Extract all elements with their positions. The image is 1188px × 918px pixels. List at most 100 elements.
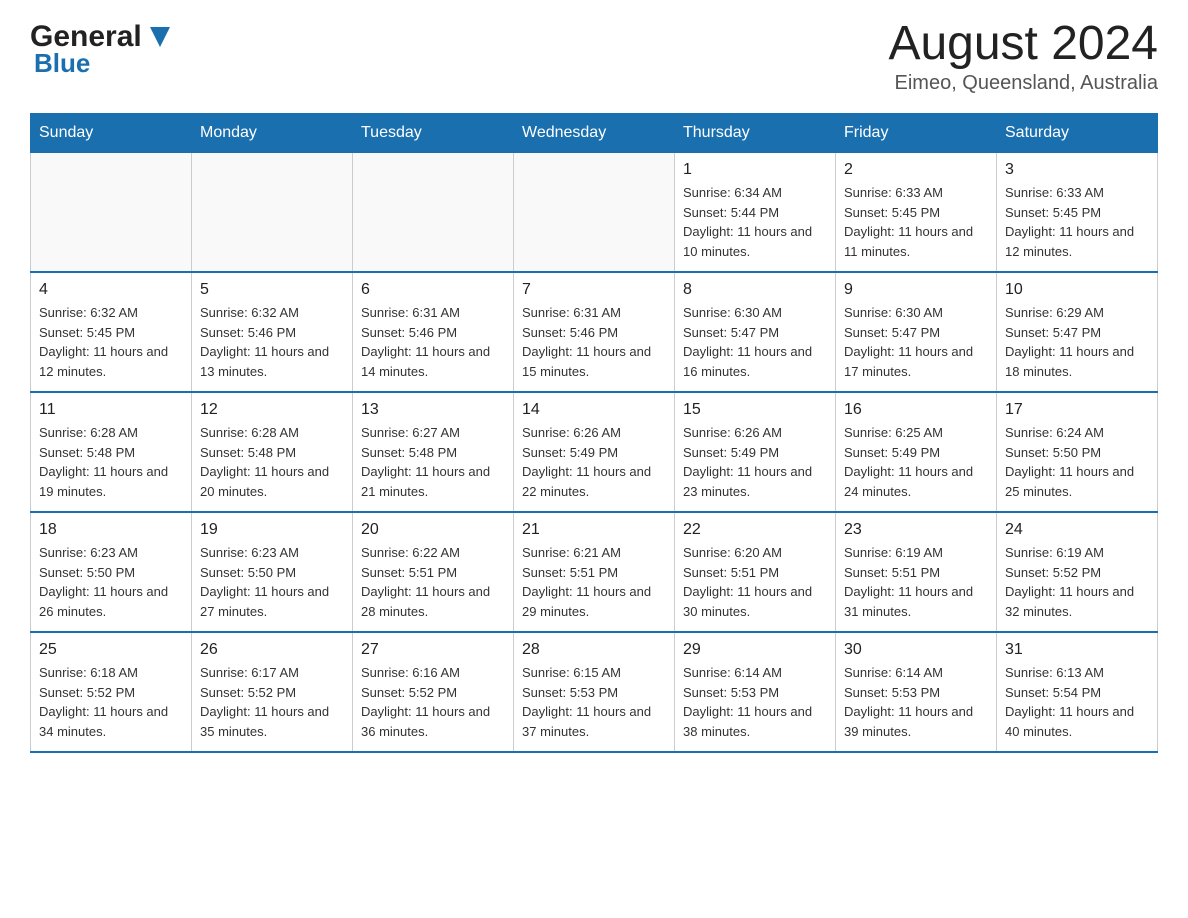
calendar-cell: 1 Sunrise: 6:34 AM Sunset: 5:44 PM Daylig… (675, 153, 836, 273)
day-info: Sunrise: 6:22 AM Sunset: 5:51 PM Dayligh… (361, 543, 505, 621)
col-header-wednesday: Wednesday (514, 114, 675, 153)
col-header-monday: Monday (192, 114, 353, 153)
col-header-friday: Friday (836, 114, 997, 153)
calendar-cell: 18 Sunrise: 6:23 AM Sunset: 5:50 PM Dayli… (31, 512, 192, 632)
calendar-cell: 20 Sunrise: 6:22 AM Sunset: 5:51 PM Dayli… (353, 512, 514, 632)
day-number: 15 (683, 401, 827, 419)
day-number: 31 (1005, 641, 1149, 659)
day-info: Sunrise: 6:30 AM Sunset: 5:47 PM Dayligh… (683, 303, 827, 381)
day-info: Sunrise: 6:26 AM Sunset: 5:49 PM Dayligh… (683, 423, 827, 501)
day-number: 7 (522, 281, 666, 299)
col-header-tuesday: Tuesday (353, 114, 514, 153)
day-info: Sunrise: 6:13 AM Sunset: 5:54 PM Dayligh… (1005, 663, 1149, 741)
day-info: Sunrise: 6:29 AM Sunset: 5:47 PM Dayligh… (1005, 303, 1149, 381)
calendar-cell: 2 Sunrise: 6:33 AM Sunset: 5:45 PM Daylig… (836, 153, 997, 273)
calendar-cell: 30 Sunrise: 6:14 AM Sunset: 5:53 PM Dayli… (836, 632, 997, 752)
calendar-cell: 3 Sunrise: 6:33 AM Sunset: 5:45 PM Daylig… (997, 153, 1158, 273)
day-info: Sunrise: 6:27 AM Sunset: 5:48 PM Dayligh… (361, 423, 505, 501)
day-number: 16 (844, 401, 988, 419)
logo: General Blue (30, 20, 176, 79)
day-info: Sunrise: 6:14 AM Sunset: 5:53 PM Dayligh… (844, 663, 988, 741)
calendar-cell: 22 Sunrise: 6:20 AM Sunset: 5:51 PM Dayli… (675, 512, 836, 632)
day-info: Sunrise: 6:17 AM Sunset: 5:52 PM Dayligh… (200, 663, 344, 741)
day-number: 14 (522, 401, 666, 419)
calendar-week-row: 18 Sunrise: 6:23 AM Sunset: 5:50 PM Dayli… (31, 512, 1158, 632)
calendar-week-row: 11 Sunrise: 6:28 AM Sunset: 5:48 PM Dayli… (31, 392, 1158, 512)
calendar-cell: 19Sunrise: 6:23 AM Sunset: 5:50 PM Dayli… (192, 512, 353, 632)
day-number: 11 (39, 401, 183, 419)
day-number: 22 (683, 521, 827, 539)
day-info: Sunrise: 6:34 AM Sunset: 5:44 PM Dayligh… (683, 183, 827, 261)
location: Eimeo, Queensland, Australia (888, 72, 1158, 95)
day-info: Sunrise: 6:32 AM Sunset: 5:46 PM Dayligh… (200, 303, 344, 381)
day-info: Sunrise: 6:28 AM Sunset: 5:48 PM Dayligh… (39, 423, 183, 501)
day-info: Sunrise: 6:19 AM Sunset: 5:51 PM Dayligh… (844, 543, 988, 621)
day-info: Sunrise: 6:33 AM Sunset: 5:45 PM Dayligh… (1005, 183, 1149, 261)
title-area: August 2024 Eimeo, Queensland, Australia (888, 20, 1158, 95)
day-number: 6 (361, 281, 505, 299)
day-info: Sunrise: 6:26 AM Sunset: 5:49 PM Dayligh… (522, 423, 666, 501)
calendar-cell: 29Sunrise: 6:14 AM Sunset: 5:53 PM Dayli… (675, 632, 836, 752)
day-info: Sunrise: 6:30 AM Sunset: 5:47 PM Dayligh… (844, 303, 988, 381)
calendar-cell: 21Sunrise: 6:21 AM Sunset: 5:51 PM Dayli… (514, 512, 675, 632)
calendar-cell: 26Sunrise: 6:17 AM Sunset: 5:52 PM Dayli… (192, 632, 353, 752)
calendar-cell: 15 Sunrise: 6:26 AM Sunset: 5:49 PM Dayli… (675, 392, 836, 512)
day-info: Sunrise: 6:23 AM Sunset: 5:50 PM Dayligh… (200, 543, 344, 621)
day-info: Sunrise: 6:18 AM Sunset: 5:52 PM Dayligh… (39, 663, 183, 741)
calendar-cell (353, 153, 514, 273)
day-number: 4 (39, 281, 183, 299)
calendar-cell: 17Sunrise: 6:24 AM Sunset: 5:50 PM Dayli… (997, 392, 1158, 512)
day-number: 2 (844, 161, 988, 179)
calendar-cell: 8Sunrise: 6:30 AM Sunset: 5:47 PM Daylig… (675, 272, 836, 392)
calendar-cell: 16 Sunrise: 6:25 AM Sunset: 5:49 PM Dayli… (836, 392, 997, 512)
day-info: Sunrise: 6:19 AM Sunset: 5:52 PM Dayligh… (1005, 543, 1149, 621)
month-title: August 2024 (888, 20, 1158, 68)
calendar-table: SundayMondayTuesdayWednesdayThursdayFrid… (30, 113, 1158, 753)
day-number: 3 (1005, 161, 1149, 179)
day-number: 23 (844, 521, 988, 539)
day-number: 30 (844, 641, 988, 659)
calendar-cell: 6 Sunrise: 6:31 AM Sunset: 5:46 PM Daylig… (353, 272, 514, 392)
day-number: 18 (39, 521, 183, 539)
day-number: 20 (361, 521, 505, 539)
col-header-sunday: Sunday (31, 114, 192, 153)
day-info: Sunrise: 6:24 AM Sunset: 5:50 PM Dayligh… (1005, 423, 1149, 501)
calendar-cell: 25 Sunrise: 6:18 AM Sunset: 5:52 PM Dayli… (31, 632, 192, 752)
day-number: 24 (1005, 521, 1149, 539)
day-info: Sunrise: 6:33 AM Sunset: 5:45 PM Dayligh… (844, 183, 988, 261)
calendar-cell (31, 153, 192, 273)
calendar-cell: 28Sunrise: 6:15 AM Sunset: 5:53 PM Dayli… (514, 632, 675, 752)
calendar-cell (192, 153, 353, 273)
day-info: Sunrise: 6:31 AM Sunset: 5:46 PM Dayligh… (522, 303, 666, 381)
calendar-cell: 7 Sunrise: 6:31 AM Sunset: 5:46 PM Daylig… (514, 272, 675, 392)
day-number: 29 (683, 641, 827, 659)
col-header-thursday: Thursday (675, 114, 836, 153)
calendar-week-row: 25 Sunrise: 6:18 AM Sunset: 5:52 PM Dayli… (31, 632, 1158, 752)
calendar-cell (514, 153, 675, 273)
page-header: General Blue August 2024 Eimeo, Queensla… (30, 20, 1158, 95)
day-number: 27 (361, 641, 505, 659)
day-number: 12 (200, 401, 344, 419)
day-info: Sunrise: 6:31 AM Sunset: 5:46 PM Dayligh… (361, 303, 505, 381)
day-info: Sunrise: 6:23 AM Sunset: 5:50 PM Dayligh… (39, 543, 183, 621)
calendar-cell: 4Sunrise: 6:32 AM Sunset: 5:45 PM Daylig… (31, 272, 192, 392)
calendar-cell: 31 Sunrise: 6:13 AM Sunset: 5:54 PM Dayli… (997, 632, 1158, 752)
col-header-saturday: Saturday (997, 114, 1158, 153)
calendar-cell: 10Sunrise: 6:29 AM Sunset: 5:47 PM Dayli… (997, 272, 1158, 392)
day-info: Sunrise: 6:25 AM Sunset: 5:49 PM Dayligh… (844, 423, 988, 501)
day-number: 25 (39, 641, 183, 659)
calendar-week-row: 1 Sunrise: 6:34 AM Sunset: 5:44 PM Daylig… (31, 153, 1158, 273)
calendar-cell: 24 Sunrise: 6:19 AM Sunset: 5:52 PM Dayli… (997, 512, 1158, 632)
day-number: 13 (361, 401, 505, 419)
day-info: Sunrise: 6:16 AM Sunset: 5:52 PM Dayligh… (361, 663, 505, 741)
calendar-cell: 11 Sunrise: 6:28 AM Sunset: 5:48 PM Dayli… (31, 392, 192, 512)
day-number: 5 (200, 281, 344, 299)
day-info: Sunrise: 6:15 AM Sunset: 5:53 PM Dayligh… (522, 663, 666, 741)
day-info: Sunrise: 6:20 AM Sunset: 5:51 PM Dayligh… (683, 543, 827, 621)
day-number: 1 (683, 161, 827, 179)
calendar-cell: 5 Sunrise: 6:32 AM Sunset: 5:46 PM Daylig… (192, 272, 353, 392)
logo-triangle-icon (144, 19, 176, 51)
day-info: Sunrise: 6:28 AM Sunset: 5:48 PM Dayligh… (200, 423, 344, 501)
logo-blue-text: Blue (30, 48, 90, 79)
calendar-cell: 23 Sunrise: 6:19 AM Sunset: 5:51 PM Dayli… (836, 512, 997, 632)
